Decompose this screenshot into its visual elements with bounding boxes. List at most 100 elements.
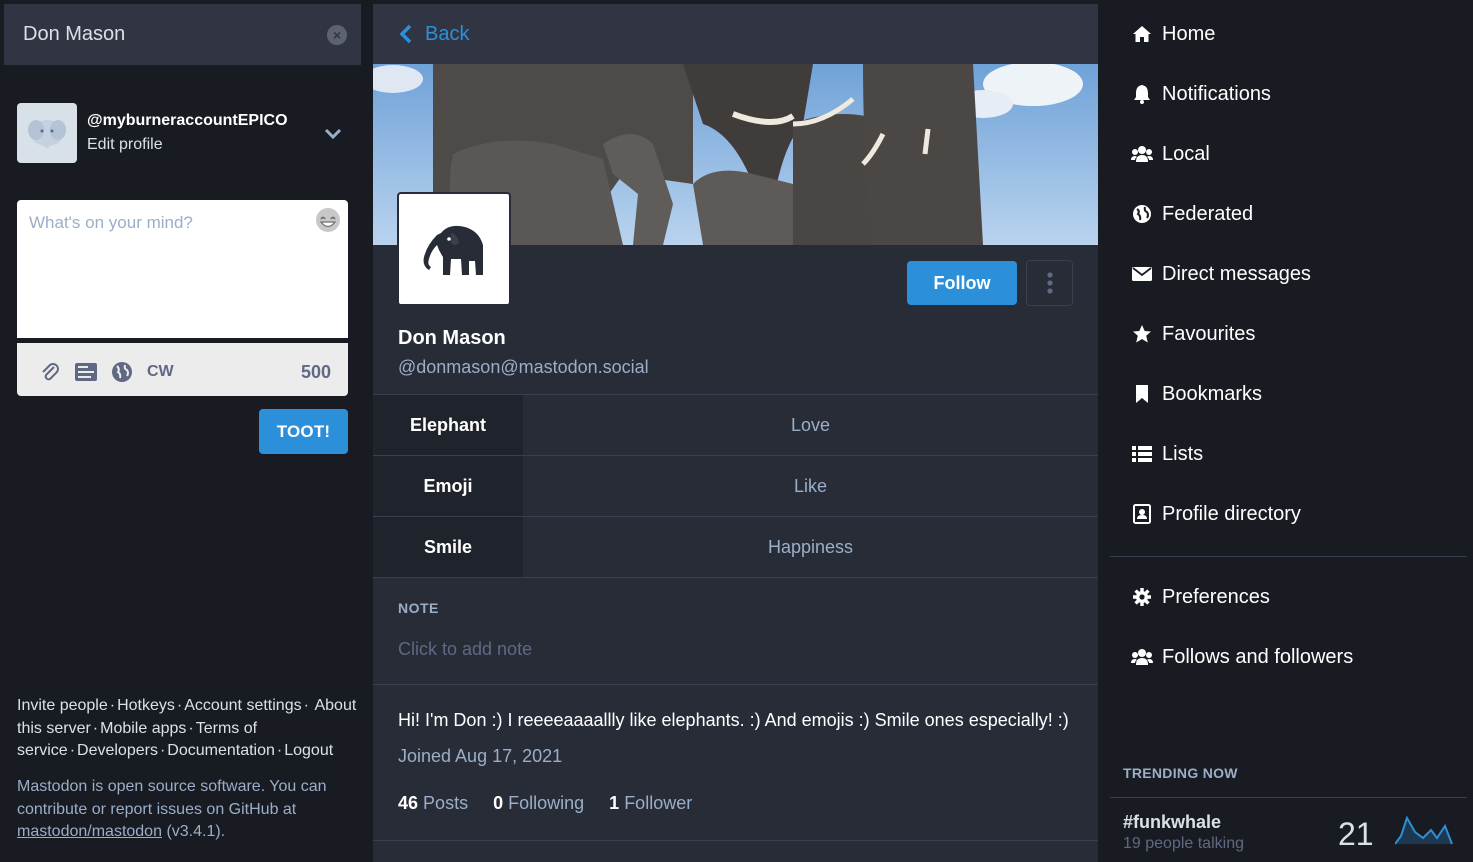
nav-label: Follows and followers [1162, 645, 1354, 668]
character-counter: 500 [300, 361, 331, 382]
more-options-button[interactable] [1026, 260, 1073, 306]
nav-label: Favourites [1162, 322, 1256, 345]
profile-column: Back Follow Don Mason @donmason@mastodon… [373, 4, 1098, 862]
poll-icon[interactable] [73, 359, 99, 385]
profile-display-name: Don Mason [398, 327, 506, 349]
elephant-icon [423, 225, 483, 275]
globe-icon [1131, 203, 1153, 225]
hashtag-name[interactable]: #funkwhale [1123, 812, 1221, 833]
compose-form: CW 500 [17, 200, 348, 396]
version-text: (v3.4.1). [166, 823, 226, 840]
globe-icon[interactable] [109, 359, 135, 385]
joined-date: Joined Aug 17, 2021 [398, 746, 563, 766]
paperclip-icon[interactable] [37, 359, 63, 385]
compose-textarea[interactable] [17, 200, 348, 338]
chevron-left-icon [399, 24, 412, 44]
current-account: @myburneraccountEPICO Edit profile [17, 103, 347, 163]
logout-link[interactable]: Logout [284, 742, 333, 759]
follow-button[interactable]: Follow [907, 261, 1017, 305]
envelope-icon [1131, 263, 1153, 285]
chevron-down-icon[interactable] [323, 123, 343, 143]
following-count: 0 [493, 793, 504, 813]
account-note: NOTE Click to add note [373, 578, 1098, 685]
nav-label: Bookmarks [1162, 382, 1263, 405]
account-settings-link[interactable]: Account settings [184, 697, 301, 714]
home-icon [1131, 23, 1153, 45]
nav-lists[interactable]: Lists [1110, 424, 1467, 484]
footer-links: Invite people · Hotkeys · Account settings · … [17, 697, 357, 759]
nav-profile-directory[interactable]: Profile directory [1110, 484, 1467, 544]
field-name: Elephant [373, 395, 523, 455]
trending-hashtag[interactable]: #funkwhale 19 people talking 21 [1110, 797, 1467, 862]
emoji-picker-icon[interactable] [314, 206, 342, 234]
profile-avatar[interactable] [397, 192, 511, 306]
toot-button[interactable]: TOOT! [259, 409, 348, 454]
ellipsis-vertical-icon [1046, 272, 1053, 294]
avatar[interactable] [17, 103, 77, 163]
nav-federated[interactable]: Federated [1110, 184, 1467, 244]
hotkeys-link[interactable]: Hotkeys [117, 697, 175, 714]
divider [373, 840, 1098, 841]
nav-bookmarks[interactable]: Bookmarks [1110, 364, 1467, 424]
field-name: Emoji [373, 456, 523, 516]
followers-label: Follower [624, 793, 693, 813]
nav-follows-and-followers[interactable]: Follows and followers [1110, 627, 1467, 687]
documentation-link[interactable]: Documentation [167, 742, 275, 759]
nav-local[interactable]: Local [1110, 124, 1467, 184]
nav-label: Notifications [1162, 82, 1271, 105]
back-button[interactable]: Back [399, 23, 469, 46]
sparkline [1395, 815, 1453, 845]
followers-stat[interactable]: 1 Follower [609, 793, 692, 814]
mobile-apps-link[interactable]: Mobile apps [100, 720, 186, 737]
users-icon [1131, 646, 1153, 668]
posts-count: 46 [398, 793, 419, 813]
nav-notifications[interactable]: Notifications [1110, 64, 1467, 124]
repo-link[interactable]: mastodon/mastodon [17, 823, 162, 840]
star-icon [1131, 323, 1153, 345]
nav-preferences[interactable]: Preferences [1110, 567, 1467, 627]
edit-profile-link[interactable]: Edit profile [87, 136, 323, 154]
profile-field: Emoji Like [373, 456, 1098, 517]
trending-heading: TRENDING NOW [1123, 765, 1238, 781]
hashtag-count: 21 [1338, 816, 1374, 852]
bell-icon [1131, 83, 1153, 105]
nav-direct-messages[interactable]: Direct messages [1110, 244, 1467, 304]
nav-label: Federated [1162, 202, 1254, 225]
profile-bio: Hi! I'm Don :) I reeeeaaaallly like elep… [398, 710, 1069, 730]
profile-stats: 46 Posts 0 Following 1 Follower [398, 793, 717, 814]
nav-label: Lists [1162, 442, 1204, 465]
back-label: Back [425, 22, 470, 45]
about-text: Mastodon is open source software. You ca… [17, 776, 347, 844]
profile-account-handle: @donmason@mastodon.social [398, 357, 649, 377]
nav-home[interactable]: Home [1110, 4, 1467, 64]
column-header: Back [373, 4, 1098, 64]
compose-column: × @myburneraccountEPICO Edit profile CW … [4, 4, 361, 862]
followers-count: 1 [609, 793, 620, 813]
bookmark-icon [1131, 383, 1153, 405]
search-input[interactable] [23, 23, 327, 46]
developers-link[interactable]: Developers [77, 742, 158, 759]
profile-fields: Elephant Love Emoji Like Smile Happiness [373, 394, 1098, 578]
about-description: Mastodon is open source software. You ca… [17, 778, 327, 818]
clear-search-icon[interactable]: × [327, 24, 347, 45]
field-value: Like [793, 475, 828, 496]
gear-icon [1131, 586, 1153, 608]
content-warning-toggle[interactable]: CW [147, 363, 174, 381]
users-icon [1131, 143, 1153, 165]
nav-favourites[interactable]: Favourites [1110, 304, 1467, 364]
posts-stat[interactable]: 46 Posts [398, 793, 468, 814]
field-value: Happiness [767, 536, 854, 557]
hashtag-uses: 19 people talking [1123, 835, 1244, 852]
nav-label: Local [1162, 142, 1210, 165]
note-input[interactable]: Click to add note [398, 639, 532, 660]
note-label: NOTE [398, 600, 439, 616]
following-stat[interactable]: 0 Following [493, 793, 584, 814]
account-handle[interactable]: @myburneraccountEPICO [87, 112, 323, 130]
search-bar: × [4, 4, 361, 65]
profile-field: Smile Happiness [373, 517, 1098, 578]
invite-link[interactable]: Invite people [17, 697, 108, 714]
field-name: Smile [373, 517, 523, 577]
posts-label: Posts [423, 793, 469, 813]
nav-label: Home [1162, 22, 1216, 45]
following-label: Following [508, 793, 585, 813]
